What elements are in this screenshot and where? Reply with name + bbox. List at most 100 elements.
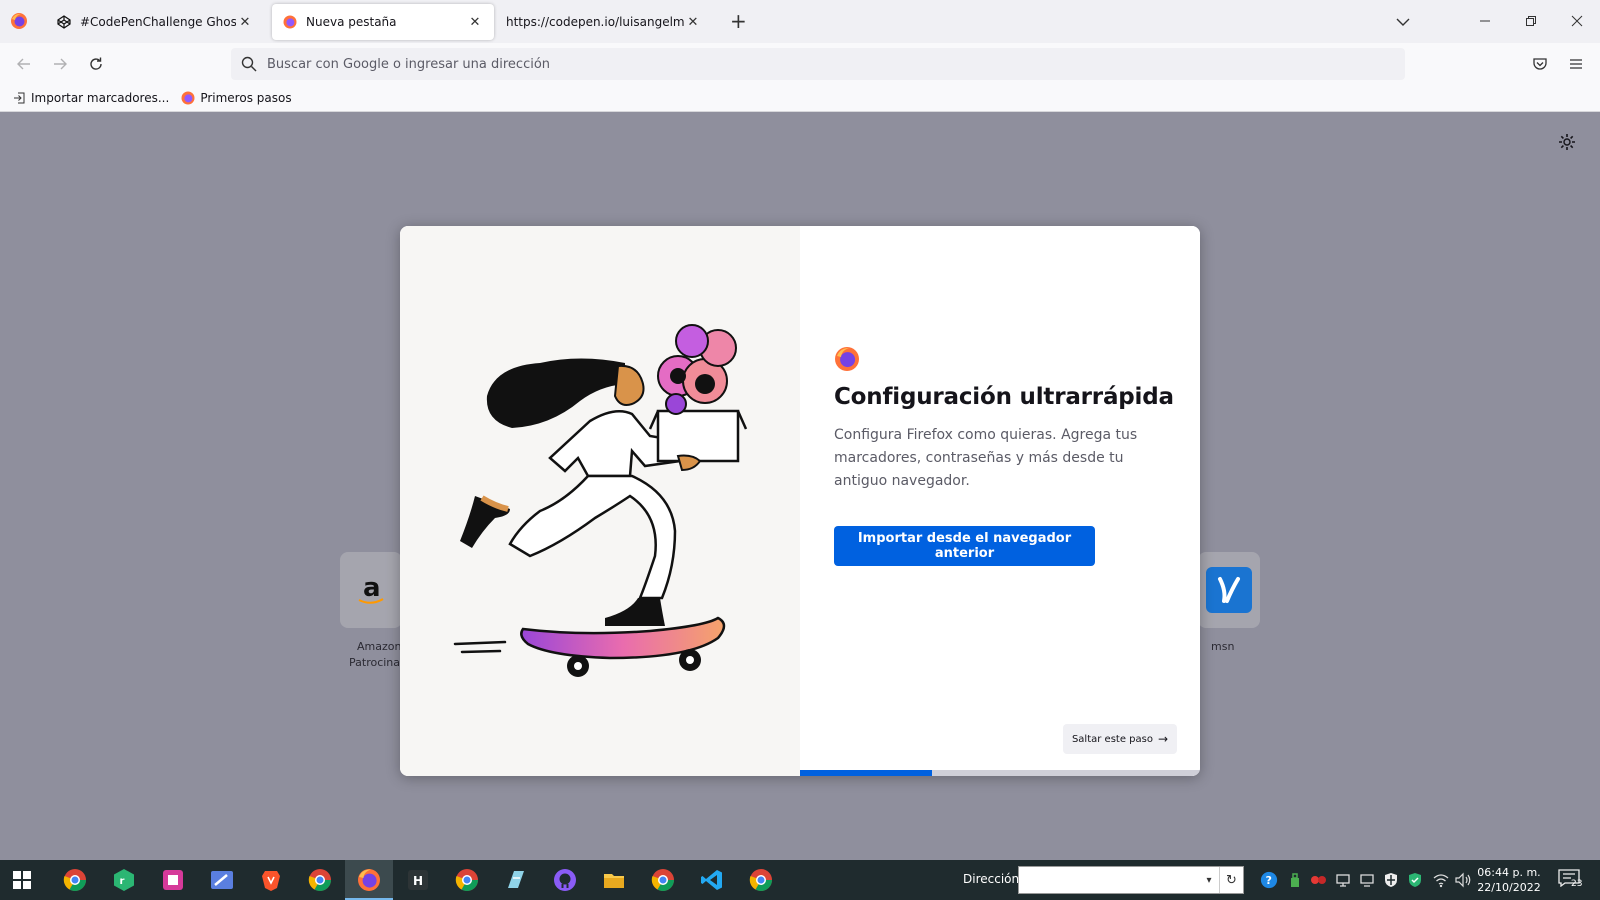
address-toolbar-label: Dirección (963, 872, 1020, 886)
editor-app-icon[interactable] (208, 866, 236, 894)
refresh-icon[interactable]: ↻ (1219, 867, 1243, 893)
shortcut-tile (1198, 552, 1260, 628)
firefox-taskbar-icon[interactable] (345, 866, 393, 900)
restore-button[interactable] (1520, 10, 1542, 32)
reload-button[interactable] (85, 53, 107, 75)
onboarding-illustration (400, 226, 800, 776)
shortcut-title: Amazon (357, 640, 402, 653)
tab-strip: #CodePenChallenge Ghosts ✕ Nueva pestaña… (0, 0, 1600, 43)
url-input[interactable] (267, 56, 1167, 72)
forward-button[interactable] (49, 53, 71, 75)
chrome-profile-4-icon[interactable] (747, 866, 775, 894)
shortcut-msn[interactable] (1198, 552, 1260, 632)
bookmark-getting-started[interactable]: Primeros pasos (181, 91, 292, 105)
network-drive-icon[interactable] (1334, 871, 1352, 889)
brave-icon[interactable] (257, 866, 285, 894)
svg-text:a: a (363, 573, 381, 603)
dialog-description: Configura Firefox como quieras. Agrega t… (834, 427, 1138, 489)
skip-label: Saltar este paso (1071, 733, 1153, 745)
onboarding-content: Configuración ultrarrápida Configura Fir… (800, 226, 1200, 776)
list-all-tabs-icon[interactable] (1393, 12, 1413, 32)
volume-icon[interactable] (1454, 871, 1472, 889)
github-icon[interactable] (551, 866, 579, 894)
minimize-button[interactable] (1474, 10, 1496, 32)
back-arrow-icon (17, 58, 30, 70)
onboarding-dialog: Configuración ultrarrápida Configura Fir… (400, 226, 1200, 776)
tab-title: Nueva pestaña (306, 15, 397, 29)
notes-app-icon[interactable] (502, 866, 530, 894)
shortcut-amazon[interactable]: a (340, 552, 402, 632)
wifi-icon[interactable] (1432, 871, 1450, 889)
taskbar: r H Dirección ▾ ↻ ? 06:44 p. m. 22/10/20… (0, 860, 1600, 900)
security-check-icon[interactable] (1406, 871, 1424, 889)
bookmarks-toolbar: Importar marcadores... Primeros pasos (0, 85, 1600, 112)
url-bar[interactable] (231, 48, 1405, 80)
pocket-icon (1533, 58, 1547, 70)
pink-app-icon[interactable] (159, 866, 187, 894)
back-button[interactable] (13, 53, 35, 75)
chrome-profile-icon[interactable] (61, 866, 89, 894)
pocket-button[interactable] (1529, 53, 1551, 75)
tab-codepen[interactable]: #CodePenChallenge Ghosts ✕ (46, 4, 264, 40)
notifications-button[interactable]: 23 (1558, 869, 1582, 891)
shortcut-title: msn (1211, 640, 1235, 653)
firefox-icon (282, 14, 298, 30)
close-tab-icon[interactable]: ✕ (684, 15, 702, 30)
navigation-toolbar (0, 43, 1600, 85)
progress-fill (800, 770, 932, 776)
file-explorer-icon[interactable] (600, 866, 628, 894)
green-app-icon[interactable]: r (110, 866, 138, 894)
amazon-icon: a (358, 573, 384, 604)
search-icon (241, 56, 257, 72)
notification-count: 23 (1571, 879, 1583, 889)
firefox-icon (181, 91, 195, 105)
display-icon[interactable] (1358, 871, 1376, 889)
app-menu-button[interactable] (1565, 53, 1587, 75)
h-app-icon[interactable]: H (404, 866, 432, 894)
clock-date: 22/10/2022 (1477, 881, 1541, 894)
vscode-icon[interactable] (698, 866, 726, 894)
chrome-profile-2-icon[interactable] (453, 866, 481, 894)
gear-icon[interactable] (1558, 133, 1576, 151)
skip-step-button[interactable]: Saltar este paso → (1063, 724, 1177, 754)
shield-icon[interactable] (1382, 871, 1400, 889)
tab-codepen-url[interactable]: https://codepen.io/luisangelmaciel ✕ (496, 4, 712, 40)
reload-icon (90, 57, 102, 70)
close-window-button[interactable] (1566, 10, 1588, 32)
hamburger-menu-icon (1570, 59, 1582, 69)
help-icon[interactable]: ? (1260, 871, 1278, 889)
import-icon (12, 91, 26, 105)
tab-title: #CodePenChallenge Ghosts (80, 15, 236, 29)
bookmark-label: Importar marcadores... (31, 91, 170, 105)
chrome-profile-3-icon[interactable] (649, 866, 677, 894)
windows-start-icon[interactable] (12, 870, 32, 890)
close-tab-icon[interactable]: ✕ (466, 15, 484, 30)
msn-icon (1206, 567, 1252, 613)
chrome-icon[interactable] (306, 866, 334, 894)
dialog-title: Configuración ultrarrápida (834, 384, 1174, 410)
progress-bar (800, 770, 1200, 776)
firefox-menu-icon[interactable] (10, 12, 28, 30)
skateboarder-illustration (453, 324, 748, 677)
clock-time: 06:44 p. m. (1477, 866, 1541, 879)
system-clock[interactable]: 06:44 p. m. 22/10/2022 (1474, 865, 1544, 895)
red-tray-app-icon[interactable] (1310, 871, 1328, 889)
codepen-icon (56, 14, 72, 30)
address-toolbar-input[interactable]: ▾ ↻ (1018, 866, 1244, 894)
svg-text:r: r (120, 876, 125, 887)
arrow-right-icon: → (1157, 732, 1169, 746)
tab-new-tab[interactable]: Nueva pestaña ✕ (272, 4, 494, 40)
bookmark-label: Primeros pasos (200, 91, 292, 105)
bookmark-import[interactable]: Importar marcadores... (12, 91, 169, 105)
tab-title: https://codepen.io/luisangelmaciel (506, 15, 684, 29)
firefox-logo-icon (835, 347, 859, 371)
usb-icon[interactable] (1286, 871, 1304, 889)
close-tab-icon[interactable]: ✕ (236, 15, 254, 30)
chevron-down-icon[interactable]: ▾ (1199, 875, 1219, 886)
shortcut-tile: a (340, 552, 402, 628)
svg-text:H: H (413, 874, 423, 888)
new-tab-button[interactable]: + (730, 11, 747, 31)
import-from-previous-browser-button[interactable]: Importar desde el navegador anterior (834, 526, 1095, 566)
forward-arrow-icon (54, 58, 67, 70)
svg-text:?: ? (1266, 874, 1272, 887)
